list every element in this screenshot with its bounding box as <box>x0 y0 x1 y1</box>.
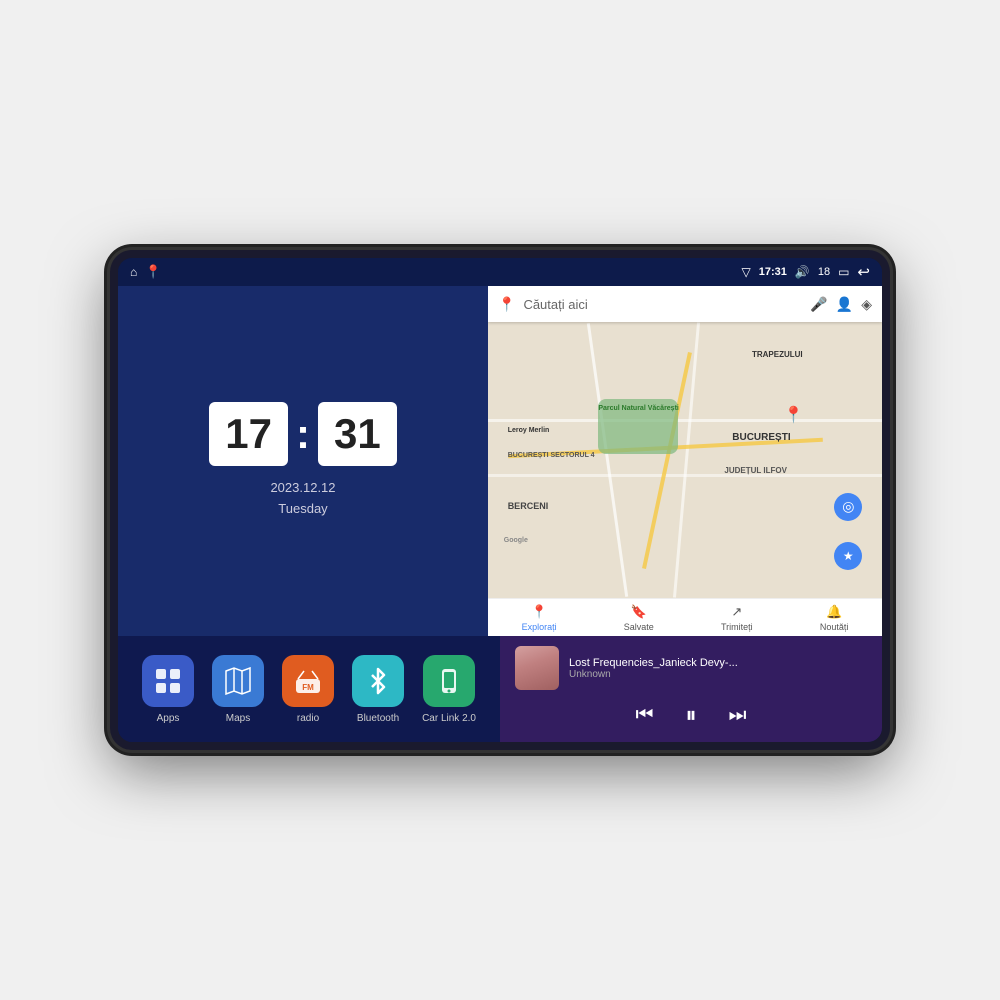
map-account-icon[interactable]: 👤 <box>836 296 853 313</box>
status-bar: ⌂ 📍 ▽ 17:31 🔊 18 ▭ ↩ <box>118 258 882 286</box>
back-icon[interactable]: ↩ <box>857 263 870 281</box>
clock-hour: 17 <box>209 402 288 466</box>
status-time: 17:31 <box>759 266 787 278</box>
status-right-icons: ▽ 17:31 🔊 18 ▭ ↩ <box>742 263 871 281</box>
map-background: BUCUREȘTI JUDEȚUL ILFOV BERCENI Parcul N… <box>488 322 882 598</box>
app-icon-carlink[interactable]: Car Link 2.0 <box>422 655 476 724</box>
map-header: 📍 Căutați aici 🎤 👤 ◈ <box>488 286 882 322</box>
map-label-berceni: BERCENI <box>508 501 549 511</box>
battery-icon: ▭ <box>838 265 849 279</box>
map-footer: 📍 Explorați 🔖 Salvate ↗ Trimiteți 🔔 <box>488 598 882 636</box>
play-pause-button[interactable]: ⏸ <box>681 698 700 732</box>
map-pin-icon: 📍 <box>498 296 515 313</box>
map-red-pin: 📍 <box>784 405 804 425</box>
home-icon[interactable]: ⌂ <box>130 265 137 279</box>
clock-display: 17 : 31 <box>209 402 396 466</box>
clock-colon: : <box>296 410 310 458</box>
music-panel: Lost Frequencies_Janieck Devy-... Unknow… <box>500 636 882 742</box>
music-top: Lost Frequencies_Janieck Devy-... Unknow… <box>515 646 867 690</box>
bottom-row: Apps Maps <box>118 636 882 742</box>
bluetooth-symbol-icon <box>364 667 392 695</box>
explore-icon: 📍 <box>531 604 547 620</box>
carlink-label: Car Link 2.0 <box>422 713 476 724</box>
maps-icon-box <box>212 655 264 707</box>
share-icon: ↗ <box>731 604 742 620</box>
map-header-icons: 🎤 👤 ◈ <box>810 296 872 313</box>
app-icon-bluetooth[interactable]: Bluetooth <box>352 655 404 724</box>
map-footer-explore[interactable]: 📍 Explorați <box>522 604 557 632</box>
map-location-btn[interactable]: ◎ <box>834 493 862 521</box>
volume-icon: 🔊 <box>795 265 810 279</box>
news-icon: 🔔 <box>826 604 842 620</box>
radio-fm-icon: FM <box>294 667 322 695</box>
radio-icon-box: FM <box>282 655 334 707</box>
device-wrapper: ⌂ 📍 ▽ 17:31 🔊 18 ▭ ↩ 17 : <box>110 250 890 750</box>
map-footer-news[interactable]: 🔔 Noutăți <box>820 604 849 632</box>
apps-label: Apps <box>157 713 180 724</box>
map-label-google: Google <box>504 537 528 544</box>
music-title: Lost Frequencies_Janieck Devy-... <box>569 657 867 669</box>
carlink-phone-icon <box>435 667 463 695</box>
radio-label: radio <box>297 713 319 724</box>
app-icon-apps[interactable]: Apps <box>142 655 194 724</box>
apps-grid-icon <box>154 667 182 695</box>
bluetooth-label: Bluetooth <box>357 713 399 724</box>
maps-pin-icon <box>224 667 252 695</box>
main-content: 17 : 31 2023.12.12 Tuesday 📍 Căutați aic… <box>118 286 882 742</box>
map-mic-icon[interactable]: 🎤 <box>810 296 827 313</box>
bluetooth-icon-box <box>352 655 404 707</box>
map-label-leroy: Leroy Merlin <box>508 427 550 434</box>
signal-icon: ▽ <box>742 265 751 279</box>
app-icons-panel: Apps Maps <box>118 636 500 742</box>
status-left-icons: ⌂ 📍 <box>130 264 161 280</box>
music-controls: ⏮ ⏸ ⏭ <box>515 698 867 732</box>
clock-widget: 17 : 31 2023.12.12 Tuesday <box>118 286 488 636</box>
maps-label: Maps <box>226 713 250 724</box>
clock-minute: 31 <box>318 402 397 466</box>
map-footer-saved[interactable]: 🔖 Salvate <box>624 604 654 632</box>
map-label-ilfov: JUDEȚUL ILFOV <box>724 466 787 475</box>
svg-text:FM: FM <box>302 683 314 692</box>
saved-icon: 🔖 <box>631 604 647 620</box>
apps-icon-box <box>142 655 194 707</box>
next-button[interactable]: ⏭ <box>725 700 751 731</box>
music-album-art <box>515 646 559 690</box>
map-nav-btn[interactable]: ★ <box>834 542 862 570</box>
music-info: Lost Frequencies_Janieck Devy-... Unknow… <box>569 657 867 680</box>
map-canvas: BUCUREȘTI JUDEȚUL ILFOV BERCENI Parcul N… <box>488 322 882 598</box>
screen: ⌂ 📍 ▽ 17:31 🔊 18 ▭ ↩ 17 : <box>118 258 882 742</box>
volume-level: 18 <box>818 266 830 278</box>
album-face-art <box>515 646 559 690</box>
map-search-placeholder[interactable]: Căutați aici <box>523 297 802 312</box>
carlink-icon-box <box>423 655 475 707</box>
map-layers-icon[interactable]: ◈ <box>861 296 872 313</box>
map-footer-share[interactable]: ↗ Trimiteți <box>721 604 753 632</box>
app-icon-maps[interactable]: Maps <box>212 655 264 724</box>
maps-status-icon[interactable]: 📍 <box>145 264 161 280</box>
device-frame: ⌂ 📍 ▽ 17:31 🔊 18 ▭ ↩ 17 : <box>110 250 890 750</box>
map-label-parc: Parcul Natural Văcărești <box>598 405 679 412</box>
clock-date: 2023.12.12 Tuesday <box>270 478 335 520</box>
map-label-sector4: BUCUREȘTI SECTORUL 4 <box>508 452 595 459</box>
map-widget[interactable]: 📍 Căutați aici 🎤 👤 ◈ <box>488 286 882 636</box>
map-label-trapezului: TRAPEZULUI <box>752 350 803 359</box>
map-label-bucharest: BUCUREȘTI <box>732 432 790 443</box>
app-icon-radio[interactable]: FM radio <box>282 655 334 724</box>
prev-button[interactable]: ⏮ <box>631 700 657 731</box>
music-artist: Unknown <box>569 669 867 680</box>
